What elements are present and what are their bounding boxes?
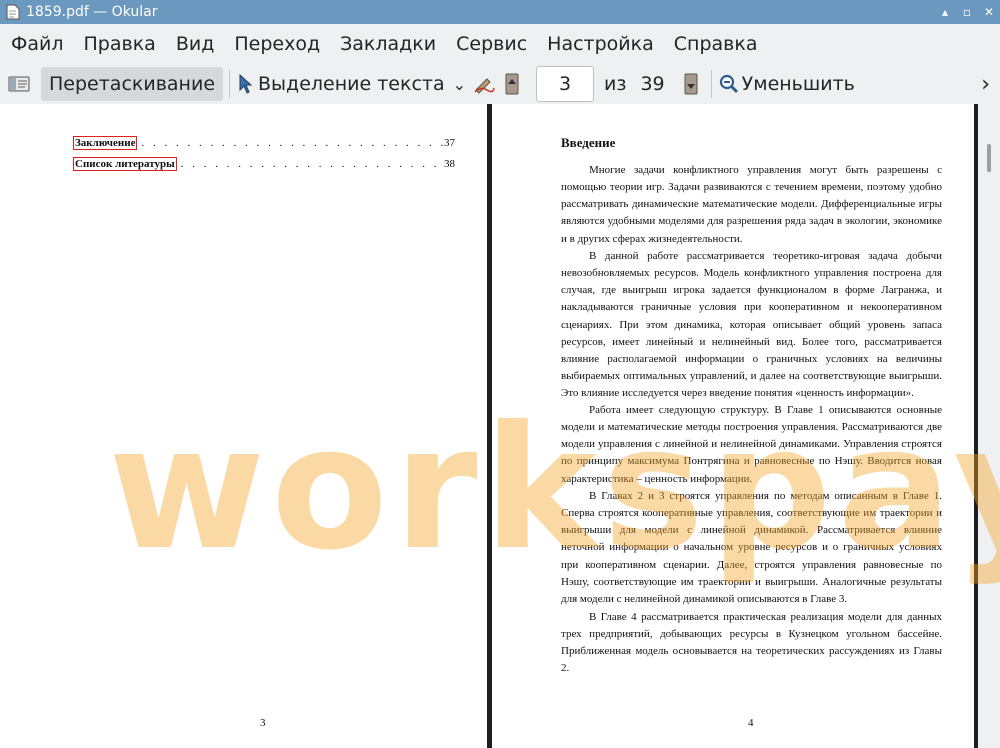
toc-entry-title[interactable]: Заключение bbox=[73, 136, 138, 150]
menu-bookmarks[interactable]: Закладки bbox=[330, 33, 446, 55]
pdf-page-3: Заключение . . . . . . . . . . . . . . .… bbox=[0, 104, 487, 748]
page-of-label: из bbox=[604, 73, 627, 95]
pdf-page-4: Введение Многие задачи конфликтного упра… bbox=[492, 104, 974, 748]
paragraph: Работа имеет следующую структуру. В Глав… bbox=[561, 404, 942, 485]
toc-entry-title[interactable]: Список литературы bbox=[73, 157, 177, 171]
toc-page-number: 37 bbox=[444, 137, 455, 149]
total-pages-label: 39 bbox=[640, 73, 665, 95]
vertical-scrollbar[interactable] bbox=[978, 104, 1000, 748]
annotate-pen-icon[interactable] bbox=[470, 70, 498, 98]
maximize-icon[interactable]: ▫ bbox=[956, 5, 978, 19]
toc-entry[interactable]: Заключение . . . . . . . . . . . . . . .… bbox=[73, 136, 455, 150]
toc-leader-dots: . . . . . . . . . . . . . . . . . . . . … bbox=[180, 158, 444, 170]
scrollbar-thumb[interactable] bbox=[987, 144, 991, 172]
paragraph: В Главе 4 рассматривается практическая р… bbox=[561, 611, 942, 675]
title-bar: 1859.pdf — Okular ▴ ▫ ✕ bbox=[0, 0, 1000, 24]
zoom-out-button[interactable]: Уменьшить bbox=[740, 67, 863, 101]
browse-tool-button[interactable]: Перетаскивание bbox=[41, 67, 224, 101]
window-title: 1859.pdf — Okular bbox=[26, 4, 158, 20]
menu-view[interactable]: Вид bbox=[166, 33, 225, 55]
minimize-icon[interactable]: ▴ bbox=[934, 5, 956, 19]
paragraph: В данной работе рассматривается теоретик… bbox=[561, 250, 942, 400]
paragraph: В Главах 2 и 3 строятся управления по ме… bbox=[561, 490, 942, 605]
menu-edit[interactable]: Правка bbox=[74, 33, 166, 55]
section-heading: Введение bbox=[561, 135, 616, 150]
chevron-down-icon[interactable]: ⌄ bbox=[453, 75, 466, 94]
page-number-input[interactable] bbox=[536, 66, 595, 102]
toolbar: Перетаскивание Выделение текста ⌄ из 39 bbox=[0, 64, 1000, 104]
toolbar-overflow-chevron-icon[interactable]: › bbox=[981, 72, 990, 97]
document-view[interactable]: Заключение . . . . . . . . . . . . . . .… bbox=[0, 104, 1000, 748]
close-icon[interactable]: ✕ bbox=[978, 5, 1000, 19]
menu-tools[interactable]: Сервис bbox=[446, 33, 537, 55]
menu-help[interactable]: Справка bbox=[664, 33, 768, 55]
toc-page-number: 38 bbox=[444, 158, 455, 170]
paragraph: Многие задачи конфликтного управления мо… bbox=[561, 164, 942, 245]
document-icon bbox=[6, 4, 20, 20]
menu-settings[interactable]: Настройка bbox=[537, 33, 664, 55]
text-selection-cursor-icon[interactable] bbox=[236, 70, 254, 98]
previous-page-icon[interactable] bbox=[498, 70, 526, 98]
menu-file[interactable]: Файл bbox=[0, 33, 74, 55]
toc-entry[interactable]: Список литературы . . . . . . . . . . . … bbox=[73, 157, 455, 171]
toolbar-separator bbox=[229, 70, 231, 98]
text-selection-tool-button[interactable]: Выделение текста bbox=[254, 67, 453, 101]
menu-go[interactable]: Переход bbox=[224, 33, 330, 55]
toolbar-separator bbox=[710, 70, 712, 98]
next-page-icon[interactable] bbox=[677, 70, 705, 98]
menu-bar: Файл Правка Вид Переход Закладки Сервис … bbox=[0, 24, 1000, 64]
page-number-footer: 3 bbox=[260, 717, 266, 729]
sidebar-toggle-icon[interactable] bbox=[5, 70, 33, 98]
zoom-out-icon[interactable] bbox=[718, 70, 740, 98]
toc-leader-dots: . . . . . . . . . . . . . . . . . . . . … bbox=[141, 137, 444, 149]
page-number-footer: 4 bbox=[748, 717, 754, 729]
